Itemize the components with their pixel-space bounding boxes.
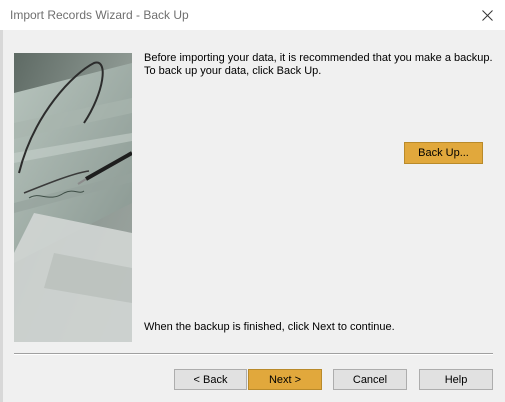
close-icon <box>481 9 493 21</box>
intro-text: Before importing your data, it is recomm… <box>144 52 494 78</box>
close-button[interactable] <box>469 0 505 30</box>
next-button[interactable]: Next > <box>248 369 322 390</box>
back-up-button[interactable]: Back Up... <box>404 142 483 164</box>
background-window-edge <box>0 30 3 402</box>
wizard-side-image <box>14 53 132 342</box>
cancel-button[interactable]: Cancel <box>333 369 407 390</box>
intro-line-1: Before importing your data, it is recomm… <box>144 52 493 64</box>
finish-note: When the backup is finished, click Next … <box>144 321 395 333</box>
title-bar: Import Records Wizard - Back Up <box>0 0 505 30</box>
intro-line-2: To back up your data, click Back Up. <box>144 65 322 77</box>
back-button[interactable]: < Back <box>174 369 247 390</box>
window-title: Import Records Wizard - Back Up <box>10 8 189 22</box>
footer-separator <box>14 353 493 355</box>
help-button[interactable]: Help <box>419 369 493 390</box>
